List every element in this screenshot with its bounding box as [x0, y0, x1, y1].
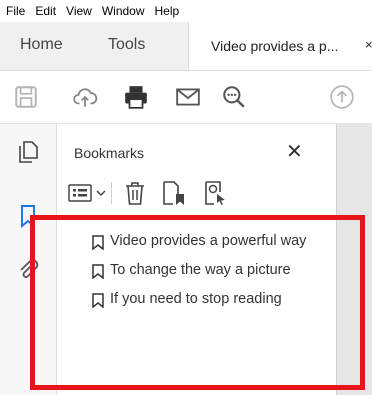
bookmark-flag-icon — [92, 264, 104, 279]
menu-window[interactable]: Window — [97, 4, 150, 18]
menu-help[interactable]: Help — [150, 4, 185, 18]
new-bookmark-icon[interactable] — [161, 180, 187, 206]
menu-edit[interactable]: Edit — [30, 4, 61, 18]
scroll-up-icon[interactable] — [329, 84, 355, 110]
find-bookmark-icon[interactable] — [203, 180, 229, 206]
tab-bar: Home Tools Video provides a p... × — [0, 22, 372, 71]
options-icon[interactable] — [67, 180, 113, 206]
tab-document-label: Video provides a p... — [211, 38, 339, 54]
bookmarks-panel: Bookmarks ✕ Video provides a powerful wa… — [57, 124, 336, 395]
bookmark-flag-icon — [92, 293, 104, 308]
bookmark-label: To change the way a picture — [110, 262, 291, 278]
delete-icon[interactable] — [123, 180, 147, 206]
attachment-icon[interactable] — [16, 257, 40, 281]
zoom-icon[interactable] — [221, 84, 247, 110]
bookmark-item[interactable]: To change the way a picture — [77, 261, 327, 280]
panel-title: Bookmarks — [74, 145, 145, 161]
bookmarks-toolbar — [67, 176, 327, 212]
bookmark-icon[interactable] — [16, 204, 40, 228]
panel-close-button[interactable]: ✕ — [286, 139, 303, 164]
bookmark-item[interactable]: Video provides a powerful way — [77, 232, 327, 251]
bookmark-list: Video provides a powerful way To change … — [77, 232, 327, 319]
menu-bar: File Edit View Window Help — [0, 0, 372, 22]
toolbar — [0, 71, 372, 124]
bookmark-flag-icon — [92, 235, 104, 250]
print-icon[interactable] — [123, 84, 149, 110]
pages-icon[interactable] — [16, 140, 40, 164]
save-icon[interactable] — [13, 84, 39, 110]
tab-home[interactable]: Home — [20, 36, 63, 54]
upload-cloud-icon[interactable] — [72, 84, 98, 110]
bookmark-label: Video provides a powerful way — [110, 233, 307, 249]
tab-tools[interactable]: Tools — [108, 36, 145, 54]
menu-file[interactable]: File — [0, 4, 30, 18]
tab-close-button[interactable]: × — [365, 37, 372, 52]
document-area-edge — [336, 124, 372, 395]
email-icon[interactable] — [175, 84, 201, 110]
bookmark-item[interactable]: If you need to stop reading — [77, 290, 327, 309]
bookmark-label: If you need to stop reading — [110, 291, 282, 307]
left-navigation-rail — [0, 124, 57, 395]
tab-document[interactable]: Video provides a p... × — [188, 22, 372, 70]
menu-view[interactable]: View — [61, 4, 97, 18]
